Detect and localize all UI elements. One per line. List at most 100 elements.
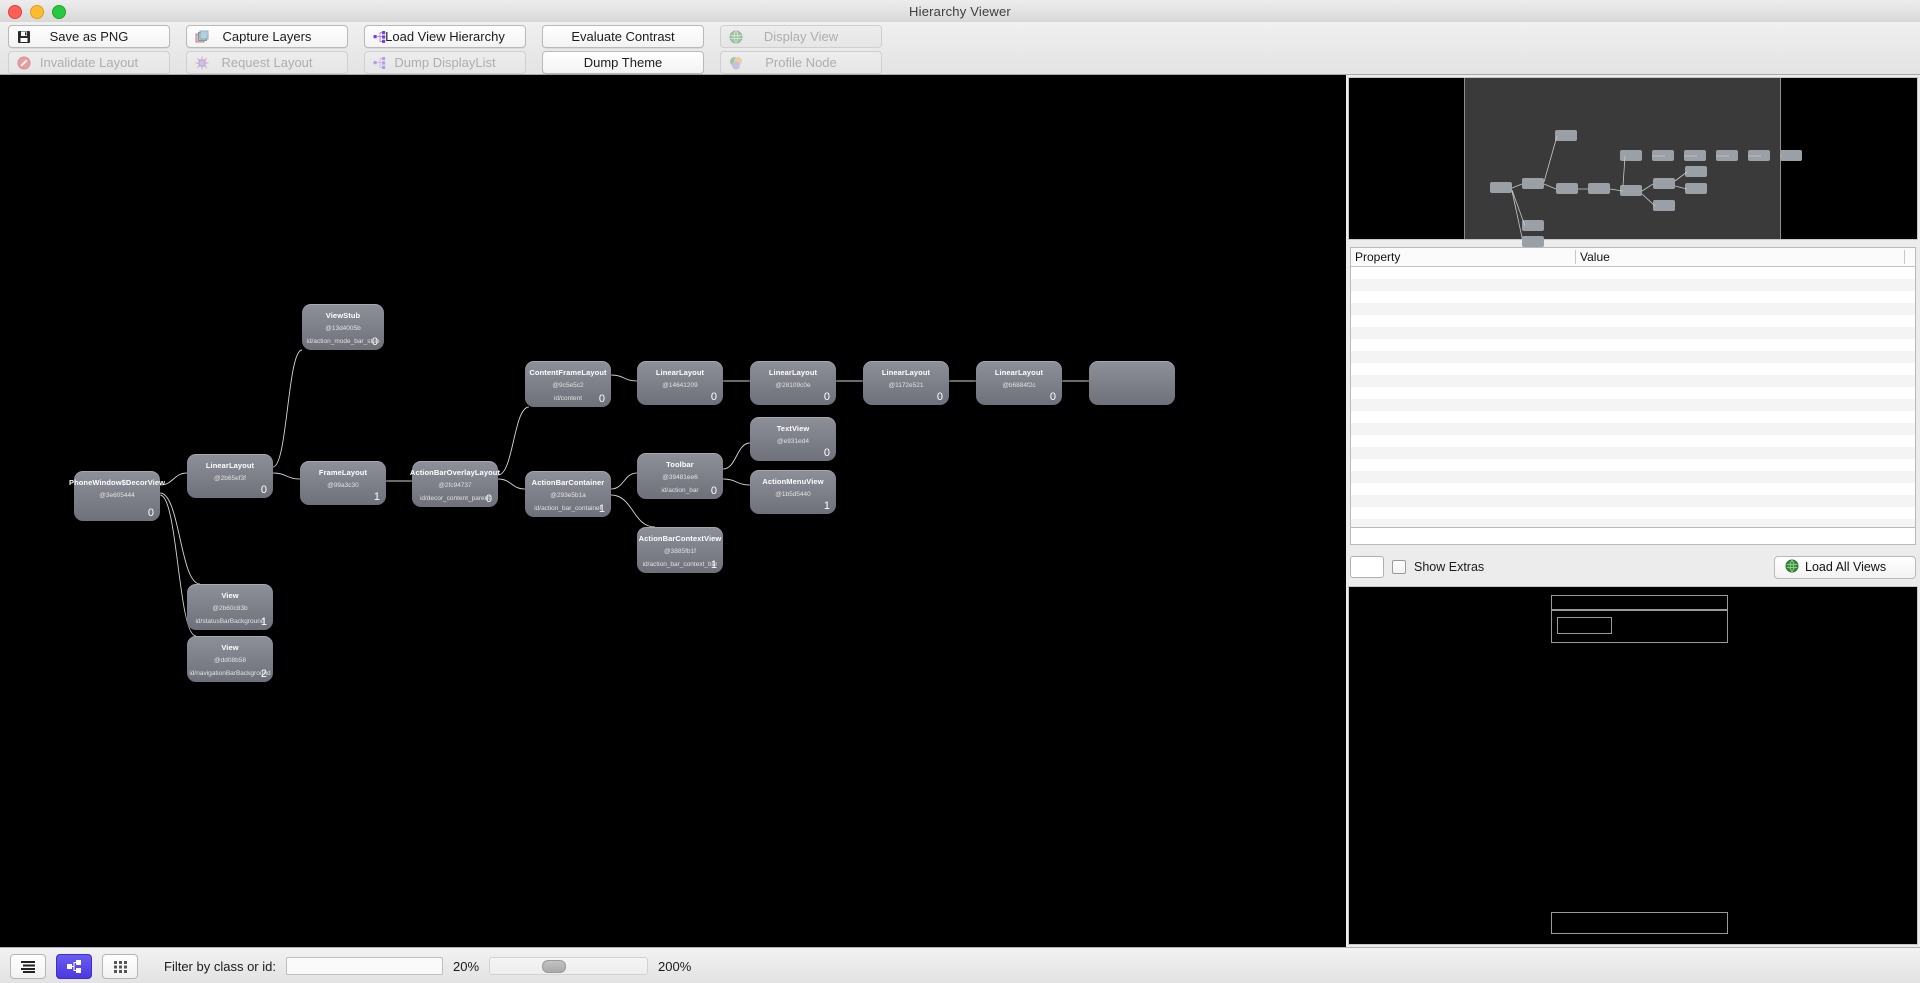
invalidate-layout-button: Invalidate Layout — [8, 51, 170, 74]
globe-icon — [1785, 559, 1799, 576]
node-child-count: 1 — [598, 503, 605, 515]
hierarchy-node[interactable]: FrameLayout @99a3c30 1 — [300, 461, 386, 505]
close-window-button[interactable] — [8, 5, 22, 19]
property-table-row[interactable] — [1351, 411, 1915, 423]
property-table-row[interactable] — [1351, 459, 1915, 471]
view-preview-panel[interactable] — [1348, 586, 1918, 945]
node-resource-id: id/decor_content_parent — [419, 495, 491, 502]
load-all-views-button[interactable]: Load All Views — [1774, 555, 1916, 579]
column-header-property[interactable]: Property — [1351, 250, 1576, 264]
request-layout-button: Request Layout — [186, 51, 348, 74]
hierarchy-node[interactable]: LinearLayout @2b65ef3f 0 — [187, 454, 273, 498]
property-table-row[interactable] — [1351, 399, 1915, 411]
capture-layers-button[interactable]: Capture Layers — [186, 25, 348, 48]
minimap-viewport[interactable] — [1464, 78, 1802, 247]
toolbar-row-primary: Save as PNG Capture Layers Load View Hiera… — [0, 25, 882, 48]
hierarchy-edge — [610, 374, 638, 382]
property-table-row[interactable] — [1351, 339, 1915, 351]
property-table-row[interactable] — [1351, 291, 1915, 303]
hierarchy-node[interactable]: LinearLayout @1172e521 0 — [863, 361, 949, 405]
node-hash-id: @293e5b1a — [550, 492, 586, 499]
property-table-row[interactable] — [1351, 363, 1915, 375]
floppy-disk-icon — [17, 30, 31, 44]
dump-theme-button[interactable]: Dump Theme — [542, 51, 704, 74]
tree-view-icon[interactable] — [56, 953, 92, 979]
load-view-hierarchy-button[interactable]: Load View Hierarchy — [364, 25, 526, 48]
node-class-name: PhoneWindow$DecorView — [68, 478, 166, 487]
hierarchy-node[interactable]: ActionBarContextView @3885fb1f id/action_b… — [637, 527, 723, 573]
save-as-png-button[interactable]: Save as PNG — [8, 25, 170, 48]
hierarchy-node[interactable]: ActionBarContainer @293e5b1a id/action_bar… — [525, 471, 611, 517]
toolbar-button-label: Dump DisplayList — [394, 55, 496, 70]
property-table-row[interactable] — [1351, 327, 1915, 339]
toolbar-button-label: Request Layout — [221, 55, 313, 70]
property-table-row[interactable] — [1351, 471, 1915, 483]
property-table-row[interactable] — [1351, 435, 1915, 447]
node-hash-id: @3e605444 — [99, 492, 135, 499]
property-table-row[interactable] — [1351, 303, 1915, 315]
hierarchy-node[interactable]: LinearLayout @14641209 0 — [637, 361, 723, 405]
show-extras-checkbox[interactable] — [1392, 560, 1406, 574]
hierarchy-node[interactable]: View @2b60c83b id/statusBarBackground 1 — [187, 584, 273, 630]
nodes-icon — [373, 56, 387, 70]
toolbar-row-secondary: Invalidate Layout Request Layout Dump Disp… — [0, 51, 882, 74]
property-detail-field[interactable] — [1350, 527, 1916, 545]
list-view-icon[interactable] — [10, 953, 46, 979]
hierarchy-viewer-window: Hierarchy Viewer Save as PNG Capture Laye… — [0, 0, 1920, 983]
hierarchy-node[interactable]: ActionBarOverlayLayout @2fc94737 id/decor_… — [409, 461, 501, 507]
zoom-slider-knob[interactable] — [541, 960, 566, 973]
window-title: Hierarchy Viewer — [909, 3, 1011, 19]
hierarchy-node[interactable]: ContentFrameLayout @9c5e5c2 id/content 0 — [525, 361, 611, 407]
node-class-name: Toolbar — [666, 460, 694, 469]
property-table-row[interactable] — [1351, 267, 1915, 279]
hierarchy-node[interactable]: ActionMenuView @1b5d5440 1 — [750, 470, 836, 514]
main-toolbar: Save as PNG Capture Layers Load View Hiera… — [0, 22, 1920, 75]
property-table-row[interactable] — [1351, 351, 1915, 363]
property-table-row[interactable] — [1351, 423, 1915, 435]
right-panel: Property Value Show Extras Load All View… — [1346, 75, 1920, 947]
evaluate-contrast-button[interactable]: Evaluate Contrast — [542, 25, 704, 48]
node-class-name: ActionBarContainer — [531, 478, 605, 487]
node-hash-id: @1172e521 — [888, 382, 924, 389]
minimap-edges — [1511, 135, 1782, 239]
hierarchy-node[interactable]: ViewStub @13d4005b id/action_mode_bar_stub… — [302, 304, 384, 350]
property-table-row[interactable] — [1351, 495, 1915, 507]
node-resource-id: id/action_bar_context_bar — [642, 561, 718, 568]
hierarchy-edge — [610, 494, 656, 528]
property-table-row[interactable] — [1351, 507, 1915, 519]
property-table[interactable]: Property Value — [1350, 247, 1916, 542]
node-child-count: 1 — [710, 559, 717, 571]
zoom-slider[interactable] — [489, 957, 649, 975]
color-swatch[interactable] — [1350, 556, 1384, 578]
filter-input[interactable] — [285, 957, 443, 975]
property-table-row[interactable] — [1351, 375, 1915, 387]
hierarchy-node[interactable] — [1089, 361, 1175, 405]
minimap-overview[interactable] — [1348, 77, 1918, 247]
property-table-row[interactable] — [1351, 315, 1915, 327]
hierarchy-node[interactable]: Toolbar @39481ee6 id/action_bar 0 — [637, 453, 723, 499]
grid-view-icon[interactable] — [102, 953, 138, 979]
hierarchy-node[interactable]: TextView @e931ed4 0 — [750, 417, 836, 461]
node-resource-id: id/navigationBarBackground — [189, 670, 271, 677]
hierarchy-node[interactable]: View @dd08b58 id/navigationBarBackground 2 — [187, 636, 273, 682]
minimize-window-button[interactable] — [30, 5, 44, 19]
column-header-value[interactable]: Value — [1576, 250, 1905, 264]
hierarchy-node[interactable]: LinearLayout @28109c0e 0 — [750, 361, 836, 405]
property-table-row[interactable] — [1351, 483, 1915, 495]
view-hierarchy-canvas[interactable]: PhoneWindow$DecorView @3e605444 0 LinearLay… — [0, 75, 1346, 947]
node-resource-id: id/statusBarBackground — [195, 618, 265, 625]
maximize-window-button[interactable] — [52, 5, 66, 19]
minimap-node — [1780, 150, 1802, 161]
show-extras-label: Show Extras — [1414, 560, 1485, 574]
title-bar: Hierarchy Viewer — [0, 0, 1920, 23]
node-class-name: LinearLayout — [768, 368, 818, 377]
node-child-count: 1 — [260, 616, 267, 628]
property-table-row[interactable] — [1351, 279, 1915, 291]
hierarchy-node[interactable]: PhoneWindow$DecorView @3e605444 0 — [69, 471, 165, 521]
hierarchy-node[interactable]: LinearLayout @b6884f2c 0 — [976, 361, 1062, 405]
node-child-count: 0 — [710, 391, 717, 403]
node-class-name: ActionBarOverlayLayout — [409, 468, 501, 477]
property-table-row[interactable] — [1351, 447, 1915, 459]
property-table-row[interactable] — [1351, 387, 1915, 399]
display-view-button: Display View — [720, 25, 882, 48]
